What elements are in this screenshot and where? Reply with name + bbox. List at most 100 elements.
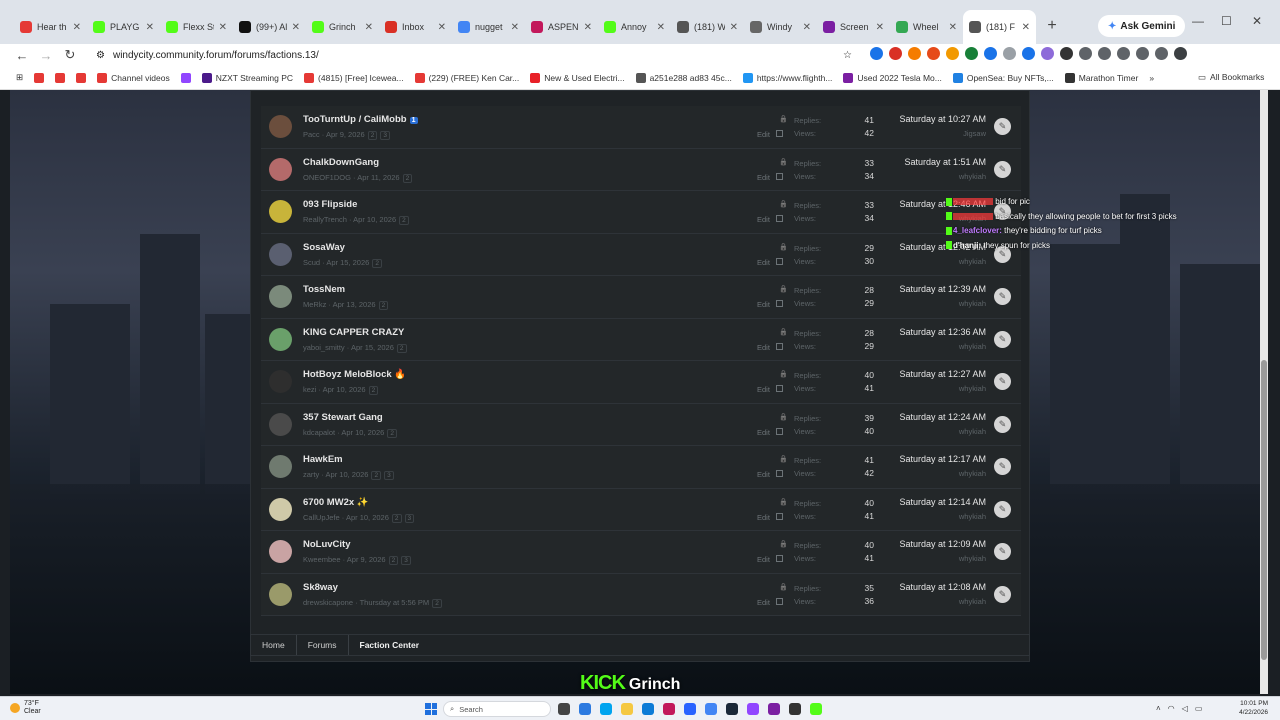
edit-link[interactable]: Edit [757, 385, 770, 394]
bookmark-item[interactable]: Channel videos [97, 72, 170, 83]
bookmark-item[interactable]: https://www.flighth... [742, 72, 832, 83]
avatar[interactable] [269, 157, 292, 181]
extension-icon[interactable] [984, 47, 997, 60]
thread-author[interactable]: Kweembee [303, 555, 341, 564]
bookmark-item[interactable] [76, 72, 87, 83]
browser-tab[interactable]: Annoy ✕ [598, 10, 671, 44]
thread-row[interactable]: KING CAPPER CRAZY yaboi_smitty · Apr 15, … [261, 318, 1021, 361]
select-checkbox[interactable] [776, 342, 783, 350]
thread-author[interactable]: kdcapalot [303, 428, 335, 437]
avatar[interactable] [269, 327, 292, 351]
bookmark-item[interactable]: New & Used Electri... [530, 72, 625, 83]
minimize-icon[interactable]: — [1192, 14, 1204, 28]
tab-close-icon[interactable]: ✕ [73, 22, 81, 33]
select-checkbox[interactable] [776, 385, 783, 392]
thread-title[interactable]: SosaWay [303, 242, 345, 253]
thread-title[interactable]: HotBoyz MeloBlock 🔥 [303, 369, 406, 380]
edge-icon[interactable] [642, 703, 654, 715]
last-post-user[interactable]: Jigsaw [963, 129, 986, 138]
thread-title[interactable]: TooTurntUp / CaliMobb 1 [303, 114, 418, 125]
thread-title-text[interactable]: HotBoyz MeloBlock 🔥 [303, 369, 406, 380]
page-link[interactable]: 3 [384, 471, 394, 480]
edit-link[interactable]: Edit [757, 598, 770, 607]
browser-tab[interactable]: Screen ✕ [817, 10, 890, 44]
page-link[interactable]: 2 [391, 513, 402, 523]
browser-tab[interactable]: PLAYG ✕ [87, 10, 160, 44]
edit-link[interactable]: Edit [757, 130, 770, 139]
bookmark-item[interactable]: Used 2022 Tesla Mo... [843, 72, 942, 83]
thread-title[interactable]: KING CAPPER CRAZY [303, 327, 404, 338]
new-tab-button[interactable]: + [1040, 14, 1064, 38]
site-info-icon[interactable]: ⚙ [96, 50, 105, 61]
avatar[interactable] [269, 115, 292, 138]
last-poster-avatar[interactable]: ✎ [994, 543, 1011, 560]
weather-widget[interactable]: 73°F Clear [10, 700, 41, 716]
edit-link[interactable]: Edit [757, 470, 770, 479]
browser-tab[interactable]: (99+) Al ✕ [233, 10, 306, 44]
browser-tab[interactable]: (181) F ✕ [963, 10, 1036, 44]
thread-title[interactable]: TossNem [303, 284, 345, 295]
thread-title-text[interactable]: TossNem [303, 284, 345, 295]
select-checkbox[interactable] [776, 215, 783, 222]
back-icon[interactable]: ← [10, 48, 34, 63]
thread-start-date[interactable]: Apr 11, 2026 [357, 173, 399, 182]
apps-grid-icon[interactable]: ⊞ [16, 72, 23, 83]
thread-author[interactable]: Pacc [303, 130, 320, 139]
page-link[interactable]: 2 [399, 216, 409, 225]
tab-close-icon[interactable]: ✕ [146, 22, 154, 33]
tab-close-icon[interactable]: ✕ [876, 22, 884, 33]
thread-author[interactable]: MeRkz [303, 300, 326, 309]
last-post-user[interactable]: whykiah [959, 512, 986, 521]
thread-title-text[interactable]: Sk8way [303, 582, 338, 593]
thread-title-text[interactable]: 6700 MW2x ✨ [303, 497, 369, 508]
thread-start-date[interactable]: Apr 15, 2026 [351, 343, 394, 352]
extension-icon[interactable] [1003, 47, 1016, 60]
extension-icon[interactable] [1155, 47, 1168, 60]
edit-link[interactable]: Edit [757, 173, 770, 182]
last-post-user[interactable]: whykiah [959, 172, 986, 181]
select-checkbox[interactable] [776, 512, 783, 520]
thread-title[interactable]: HawkEm [303, 454, 343, 465]
app-icon[interactable] [747, 703, 759, 715]
page-link[interactable]: 2 [388, 556, 399, 565]
thread-author[interactable]: CallUpJefe [303, 513, 340, 522]
last-post-date[interactable]: Saturday at 12:24 AM [899, 412, 986, 422]
last-poster-avatar[interactable]: ✎ [994, 118, 1011, 135]
tab-close-icon[interactable]: ✕ [511, 22, 519, 33]
thread-author[interactable]: kezi [303, 385, 316, 394]
reload-icon[interactable]: ↻ [58, 47, 82, 63]
bookmark-item[interactable]: OpenSea: Buy NFTs,... [952, 72, 1054, 83]
forward-icon[interactable]: → [34, 48, 58, 63]
extension-icon[interactable] [908, 47, 921, 60]
ask-gemini-button[interactable]: ✦ Ask Gemini [1098, 15, 1186, 37]
close-window-icon[interactable]: ✕ [1252, 14, 1262, 28]
extension-icon[interactable] [1060, 47, 1073, 60]
last-poster-avatar[interactable]: ✎ [994, 330, 1011, 348]
terminal-icon[interactable] [789, 703, 801, 715]
last-post-user[interactable]: whykiah [959, 299, 986, 308]
last-post-date[interactable]: Saturday at 10:27 AM [899, 114, 986, 124]
page-link[interactable]: 2 [372, 258, 382, 268]
extension-icon[interactable] [1117, 47, 1130, 60]
last-post-date[interactable]: Saturday at 1:51 AM [904, 157, 986, 167]
chevron-up-icon[interactable]: ˄ [1156, 704, 1161, 713]
last-post-date[interactable]: Saturday at 12:36 AM [899, 327, 986, 337]
bookmark-item[interactable] [34, 72, 45, 83]
thread-title[interactable]: 6700 MW2x ✨ [303, 497, 369, 508]
thread-row[interactable]: TooTurntUp / CaliMobb 1 Pacc · Apr 9, 2026… [261, 106, 1021, 149]
select-checkbox[interactable] [776, 470, 783, 477]
extension-icon[interactable] [965, 47, 978, 60]
wifi-icon[interactable]: ◠ [1168, 704, 1175, 713]
page-link[interactable]: 2 [371, 471, 382, 480]
select-checkbox[interactable] [776, 427, 783, 435]
last-poster-avatar[interactable]: ✎ [994, 415, 1011, 433]
avatar[interactable] [269, 455, 292, 478]
browser-tab[interactable]: (181) W ✕ [671, 10, 744, 44]
thread-title[interactable]: Sk8way [303, 582, 338, 593]
extension-icon[interactable] [1174, 47, 1187, 60]
app-icon[interactable] [768, 703, 780, 715]
thread-start-date[interactable]: Apr 13, 2026 [333, 300, 376, 309]
all-bookmarks[interactable]: ▭ All Bookmarks [1198, 72, 1264, 83]
thread-start-date[interactable]: Apr 10, 2026 [341, 428, 384, 437]
bookmark-item[interactable]: a251e288 ad83 45c... [635, 72, 732, 83]
